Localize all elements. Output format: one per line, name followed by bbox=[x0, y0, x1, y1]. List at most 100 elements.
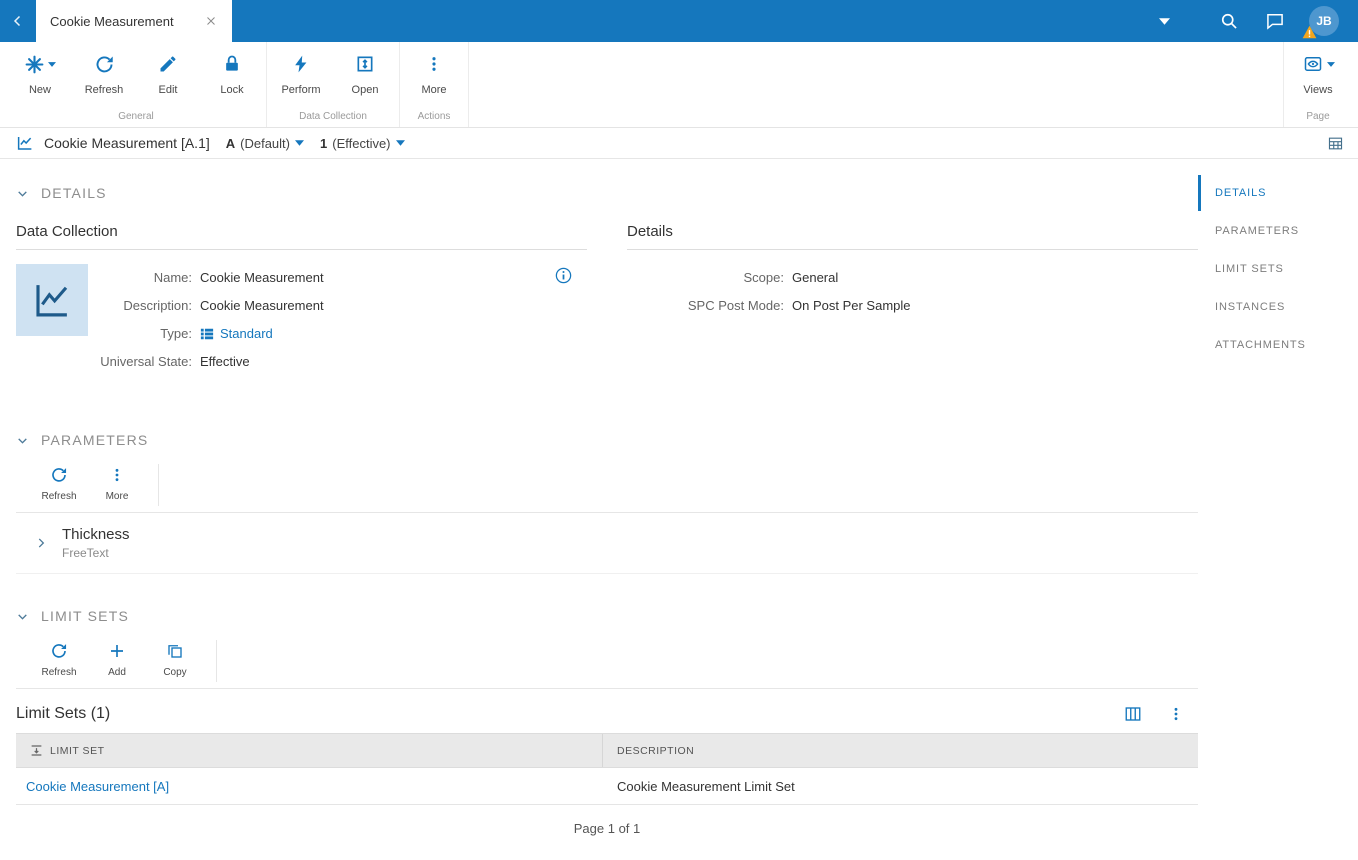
parameters-section-title: PARAMETERS bbox=[41, 432, 149, 448]
field-label: Description: bbox=[123, 298, 192, 313]
perform-button-label: Perform bbox=[281, 84, 321, 96]
column-header-description[interactable]: DESCRIPTION bbox=[603, 734, 1198, 767]
add-label: Add bbox=[108, 667, 126, 678]
info-button[interactable] bbox=[554, 266, 573, 285]
type-link[interactable]: Standard bbox=[200, 320, 273, 348]
content-area: DETAILS Data Collection Name: Cookie Mea… bbox=[0, 159, 1358, 860]
new-button[interactable]: New bbox=[8, 42, 72, 111]
data-collection-chart-icon bbox=[16, 134, 34, 152]
table-grid-icon bbox=[1328, 137, 1343, 149]
field-label: Scope: bbox=[743, 270, 784, 285]
limit-sets-add-button[interactable]: Add bbox=[88, 634, 146, 688]
columns-icon bbox=[1125, 707, 1141, 721]
field-row-scope: Scope: General bbox=[627, 264, 1198, 292]
field-row-universal-state: Universal State: Effective bbox=[96, 348, 587, 376]
field-label: Type: bbox=[160, 326, 192, 341]
limit-sets-list-title: Limit Sets (1) bbox=[16, 705, 111, 722]
data-collection-panel-title: Data Collection bbox=[16, 223, 587, 250]
limit-set-description: Cookie Measurement Limit Set bbox=[617, 778, 795, 794]
chevron-down-icon bbox=[48, 61, 56, 67]
version-selector[interactable]: A (Default) bbox=[226, 136, 304, 151]
expand-chevron-icon[interactable] bbox=[26, 536, 56, 550]
main-panel: DETAILS Data Collection Name: Cookie Mea… bbox=[0, 159, 1198, 860]
field-row-spc-post-mode: SPC Post Mode: On Post Per Sample bbox=[627, 292, 1198, 320]
copy-label: Copy bbox=[163, 667, 187, 678]
field-label: Universal State: bbox=[100, 354, 192, 369]
refresh-label: Refresh bbox=[41, 491, 77, 502]
limit-sets-section-title: LIMIT SETS bbox=[41, 608, 129, 624]
nav-item-attachments[interactable]: ATTACHMENTS bbox=[1198, 327, 1358, 363]
list-more-button[interactable] bbox=[1168, 705, 1184, 723]
toolbar-divider bbox=[158, 464, 159, 506]
version-suffix: (Default) bbox=[240, 135, 290, 151]
revision-selector[interactable]: 1 (Effective) bbox=[320, 136, 405, 151]
limit-sets-section-header[interactable]: LIMIT SETS bbox=[16, 608, 1198, 624]
more-label: More bbox=[105, 491, 129, 502]
refresh-icon bbox=[52, 644, 67, 658]
grid-view-button[interactable] bbox=[1327, 135, 1344, 152]
perform-button[interactable]: Perform bbox=[269, 42, 333, 111]
topbar-dropdown-button[interactable] bbox=[1144, 0, 1184, 42]
column-options-button[interactable] bbox=[1124, 705, 1142, 723]
parameters-refresh-button[interactable]: Refresh bbox=[30, 458, 88, 512]
limit-sets-refresh-button[interactable]: Refresh bbox=[30, 634, 88, 688]
more-dots-icon bbox=[1174, 707, 1178, 721]
lock-button[interactable]: Lock bbox=[200, 42, 264, 111]
parameter-row-thickness: Thickness FreeText bbox=[16, 513, 1198, 574]
user-menu-button[interactable]: JB bbox=[1298, 0, 1350, 42]
warning-badge-icon bbox=[1302, 25, 1317, 39]
limit-set-link[interactable]: Cookie Measurement [A] bbox=[16, 779, 603, 794]
details-panel-title: Details bbox=[627, 223, 1198, 250]
views-eye-icon bbox=[1304, 57, 1321, 71]
nav-item-instances[interactable]: INSTANCES bbox=[1198, 289, 1358, 325]
parameters-more-button[interactable]: More bbox=[88, 458, 146, 512]
more-button[interactable]: More bbox=[402, 42, 466, 111]
search-button[interactable] bbox=[1206, 0, 1252, 42]
ribbon-group-data-collection: Perform Open Data Collection bbox=[267, 42, 400, 127]
details-panels: Data Collection Name: Cookie Measurement… bbox=[16, 223, 1198, 376]
edit-pencil-icon bbox=[160, 56, 176, 72]
tab-cookie-measurement[interactable]: Cookie Measurement bbox=[36, 0, 232, 42]
edit-button[interactable]: Edit bbox=[136, 42, 200, 111]
open-button[interactable]: Open bbox=[333, 42, 397, 111]
limit-set-table-row[interactable]: Cookie Measurement [A] Cookie Measuremen… bbox=[16, 768, 1198, 805]
copy-icon bbox=[168, 645, 182, 658]
nav-item-details[interactable]: DETAILS bbox=[1198, 175, 1358, 211]
parameters-section-header[interactable]: PARAMETERS bbox=[16, 432, 1198, 448]
new-button-label: New bbox=[28, 84, 51, 96]
search-icon bbox=[1221, 13, 1237, 29]
revision-suffix: (Effective) bbox=[332, 135, 391, 151]
open-icon bbox=[357, 56, 373, 72]
nav-item-parameters[interactable]: PARAMETERS bbox=[1198, 213, 1358, 249]
field-row-type: Type: Standard bbox=[96, 320, 587, 348]
refresh-label: Refresh bbox=[41, 667, 77, 678]
messages-button[interactable] bbox=[1252, 0, 1298, 42]
details-section-header[interactable]: DETAILS bbox=[16, 185, 1198, 201]
add-plus-icon bbox=[111, 645, 123, 657]
more-button-label: More bbox=[421, 84, 447, 96]
details-panel: Details Scope: General SPC Post Mode: On… bbox=[627, 223, 1198, 376]
ribbon-group-actions: More Actions bbox=[400, 42, 469, 127]
lock-button-label: Lock bbox=[220, 84, 244, 96]
field-value: General bbox=[792, 270, 839, 285]
nav-item-limit-sets[interactable]: LIMIT SETS bbox=[1198, 251, 1358, 287]
app-window: Cookie Measurement JB New Refresh Edit L… bbox=[0, 0, 1358, 860]
entity-title: Cookie Measurement [A.1] bbox=[44, 135, 210, 151]
back-button[interactable] bbox=[0, 0, 36, 42]
limit-sets-copy-button[interactable]: Copy bbox=[146, 634, 204, 688]
column-header-label: DESCRIPTION bbox=[617, 744, 695, 757]
parameters-toolbar: Refresh More bbox=[16, 448, 1198, 512]
ribbon-group-label-actions: Actions bbox=[417, 111, 451, 122]
tab-close-icon[interactable] bbox=[198, 8, 224, 34]
column-header-limit-set[interactable]: LIMIT SET bbox=[16, 734, 603, 767]
collapse-chevron-icon bbox=[16, 187, 29, 200]
refresh-button[interactable]: Refresh bbox=[72, 42, 136, 111]
refresh-icon bbox=[96, 55, 113, 72]
standard-type-icon bbox=[200, 328, 214, 340]
more-dots-icon bbox=[115, 468, 119, 482]
column-header-label: LIMIT SET bbox=[50, 744, 105, 757]
ribbon-group-page: Views Page bbox=[1283, 42, 1352, 127]
views-button[interactable]: Views bbox=[1286, 42, 1350, 111]
field-value: On Post Per Sample bbox=[792, 298, 911, 313]
collapse-chevron-icon bbox=[16, 610, 29, 623]
